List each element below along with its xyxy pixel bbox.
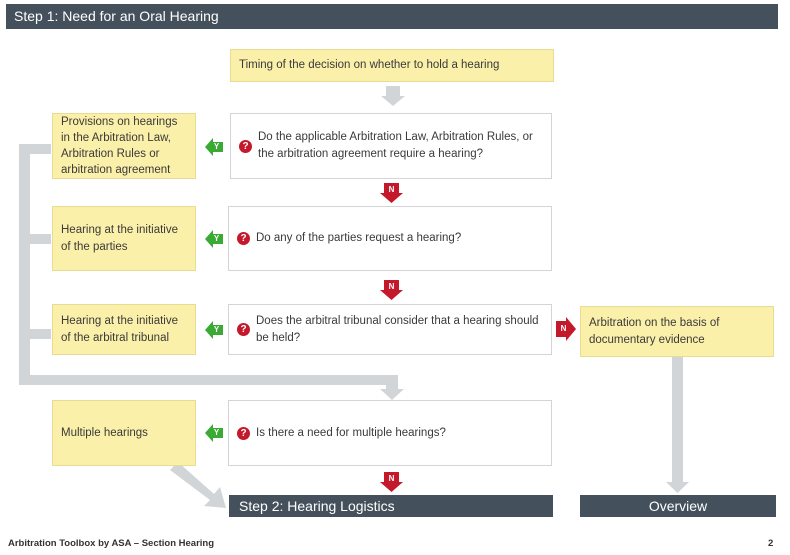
overview-button[interactable]: Overview [580, 495, 776, 517]
bracket-tick-1 [19, 144, 51, 154]
question-box-4: ? Is there a need for multiple hearings? [228, 400, 552, 466]
outcome-box-tribunal: Hearing at the initiative of the arbitra… [52, 304, 196, 355]
question-text-2: Do any of the parties request a hearing? [256, 232, 462, 244]
question-icon: ? [237, 323, 250, 336]
question-icon: ? [237, 426, 250, 440]
documentary-evidence-box: Arbitration on the basis of documentary … [580, 306, 774, 357]
question-box-2: ? Do any of the parties request a hearin… [228, 206, 552, 271]
timing-box: Timing of the decision on whether to hol… [230, 49, 554, 82]
footer-source: Arbitration Toolbox by ASA – Section Hea… [8, 538, 215, 549]
question-text-3: Does the arbitral tribunal consider that… [256, 314, 539, 344]
question-icon: ? [237, 232, 250, 245]
outcome-box-provisions: Provisions on hearings in the Arbitratio… [52, 113, 196, 179]
connectors-layer [19, 86, 689, 508]
outcome-box-multiple: Multiple hearings [52, 400, 196, 466]
yes-badge: Y [213, 234, 220, 243]
yes-badge: Y [213, 325, 220, 334]
left-bracket-spine [19, 144, 30, 385]
yes-badge: Y [213, 142, 220, 151]
question-text-4: Is there a need for multiple hearings? [256, 426, 446, 439]
bracket-tick-2 [19, 234, 51, 244]
question-text-1: Do the applicable Arbitration Law, Arbit… [258, 131, 533, 160]
bracket-tick-3 [19, 329, 51, 339]
bracket-bottom-connector [19, 375, 387, 385]
no-badge: N [388, 474, 395, 483]
gray-vertical-connector [672, 357, 683, 483]
gray-down-arrow-top [381, 86, 405, 106]
question-box-3: ? Does the arbitral tribunal consider th… [228, 304, 552, 355]
gray-diagonal-arrow [170, 462, 226, 508]
no-badge: N [388, 282, 395, 291]
no-badge: N [388, 185, 395, 194]
question-box-1: ? Do the applicable Arbitration Law, Arb… [230, 113, 552, 179]
yes-badge: Y [213, 428, 220, 437]
page-title: Step 1: Need for an Oral Hearing [6, 4, 778, 29]
gray-down-arrow-overview [666, 482, 689, 493]
no-badge: N [560, 324, 567, 333]
next-step-button[interactable]: Step 2: Hearing Logistics [229, 495, 553, 517]
outcome-box-parties: Hearing at the initiative of the parties [52, 206, 196, 271]
question-icon: ? [239, 139, 252, 153]
page-number: 2 [768, 538, 774, 549]
